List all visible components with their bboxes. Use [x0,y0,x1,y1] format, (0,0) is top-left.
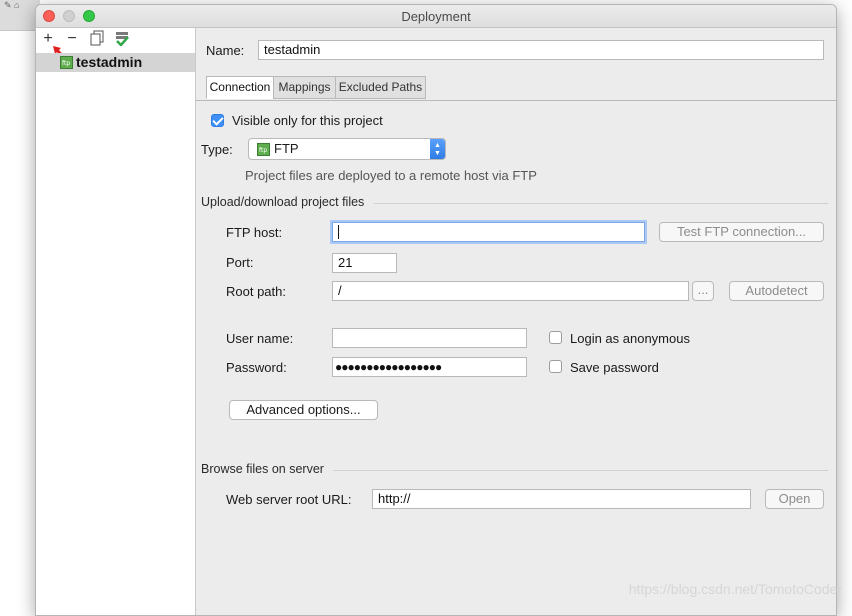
name-input[interactable]: testadmin [258,40,824,60]
ftp-server-icon: ftp [60,56,73,69]
upload-section-divider [374,203,828,204]
svg-text:ftp: ftp [62,60,70,67]
type-hint: Project files are deployed to a remote h… [245,168,537,183]
background-toolbar-icons: ✎ ⌂ [4,0,20,10]
text-cursor [338,225,339,239]
visible-only-label: Visible only for this project [232,113,383,128]
upload-section-title: Upload/download project files [201,195,365,209]
open-url-button[interactable]: Open [765,489,824,509]
root-path-label: Root path: [226,284,286,299]
name-label: Name: [206,43,245,58]
set-default-icon[interactable] [113,30,131,48]
user-name-input[interactable] [332,328,527,348]
window-title: Deployment [401,9,471,24]
tab-connection[interactable]: Connection [206,76,274,99]
watermark-text: https://blog.csdn.net/TomotoCoder [628,581,842,597]
save-password-checkbox[interactable] [549,360,562,373]
tree-item-label: testadmin [76,54,143,70]
svg-text:ftp: ftp [259,147,267,154]
ftp-host-input[interactable] [332,222,645,242]
copy-icon[interactable] [88,30,106,48]
tab-excluded-paths[interactable]: Excluded Paths [335,76,426,99]
web-root-url-label: Web server root URL: [226,492,352,507]
tree-item-testadmin[interactable]: ftp testadmin [36,53,195,72]
password-label: Password: [226,360,287,375]
type-select[interactable]: ftp FTP ▲ ▼ [248,138,446,160]
test-ftp-connection-button[interactable]: Test FTP connection... [659,222,824,242]
background-window-strip: ✎ ⌂ [0,0,40,31]
visible-only-checkbox[interactable] [211,114,224,127]
login-anonymous-label: Login as anonymous [570,331,690,346]
configuration-panel: Name: testadmin Connection Mappings Excl… [196,28,836,615]
browse-root-path-button[interactable]: ... [692,281,714,301]
port-label: Port: [226,255,254,270]
ftp-type-icon: ftp [257,143,270,156]
title-bar: Deployment [36,5,836,28]
server-list-toolbar: + − [36,28,195,66]
web-root-url-input[interactable]: http:// [372,489,751,509]
server-list-panel: + − ftp testadmin [36,28,196,615]
login-anonymous-checkbox[interactable] [549,331,562,344]
root-path-input[interactable]: / [332,281,689,301]
advanced-options-button[interactable]: Advanced options... [229,400,378,420]
password-input[interactable]: ●●●●●●●●●●●●●●●●● [332,357,527,377]
type-select-value: FTP [274,141,299,156]
ftp-host-label: FTP host: [226,225,283,240]
chevron-updown-icon: ▲ ▼ [430,139,445,159]
user-name-label: User name: [226,331,294,346]
type-label: Type: [201,142,233,157]
browse-section-title: Browse files on server [201,462,324,476]
port-input[interactable]: 21 [332,253,397,273]
connection-tab-content: Visible only for this project Type: ftp … [196,101,836,615]
save-password-label: Save password [570,360,659,375]
deployment-dialog: Deployment + − ftp testadmin Name: testa… [35,4,837,616]
autodetect-button[interactable]: Autodetect [729,281,824,301]
browse-section-divider [333,470,828,471]
tab-mappings[interactable]: Mappings [273,76,336,99]
